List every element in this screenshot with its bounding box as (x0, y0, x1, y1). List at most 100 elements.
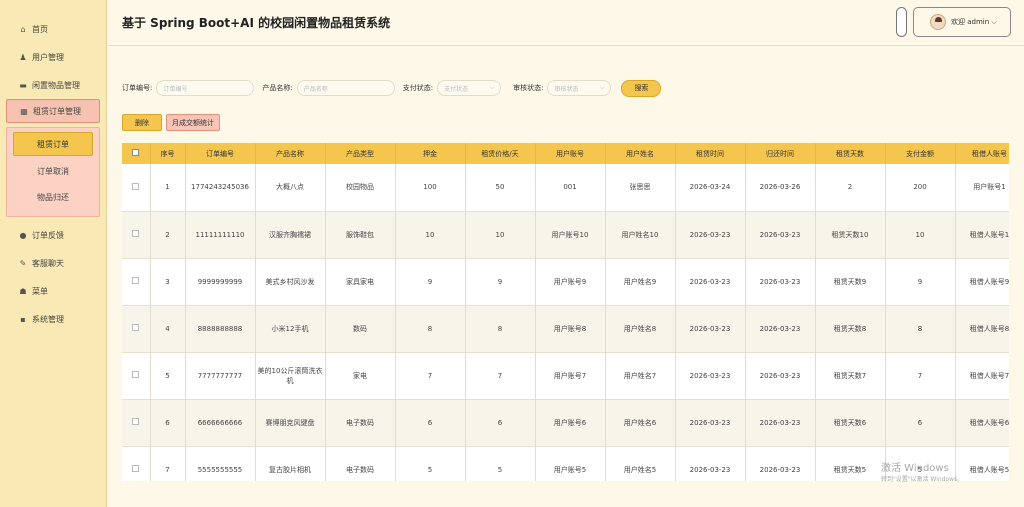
table-cell: 5555555555 (185, 446, 256, 481)
windows-activation-watermark: 激活 Windows 转到"设置"以激活 Windows。 (881, 459, 963, 483)
table-cell: 租借人账号1 (955, 211, 1009, 259)
avatar (930, 14, 946, 30)
table-cell: 9 (885, 258, 956, 306)
table-cell: 数码 (325, 305, 396, 353)
sidebar-item-label: 菜单 (32, 286, 48, 296)
column-header: 用户账号 (535, 143, 606, 164)
table-row[interactable]: 6 6666666666 赛博朋克风键盘 电子数码 6 6 用户账号6 用户姓名6 2026-0… (122, 399, 1009, 447)
sidebar-item-label: 客服聊天 (32, 258, 64, 268)
table-cell: 租借人账号7 (955, 352, 1009, 400)
table-cell: 用户账号9 (535, 258, 606, 306)
pay-status-value: 支付状态 (444, 85, 469, 93)
sidebar-item-menu[interactable]: ☗ 菜单 (0, 277, 106, 305)
sidebar-item-home[interactable]: ⌂ 首页 (0, 15, 106, 43)
chat-icon: ✎ (19, 258, 27, 268)
sidebar-item-system[interactable]: ▪ 系统管理 (0, 305, 106, 333)
column-header: 押金 (395, 143, 466, 164)
table-cell: 赛博朋克风键盘 (255, 399, 326, 447)
table-row[interactable]: 2 11111111110 汉服齐胸襦裙 服饰鞋包 10 10 用户账号10 用户姓名10 20… (122, 211, 1009, 259)
row-checkbox[interactable] (122, 352, 151, 400)
table-row[interactable]: 7 5555555555 复古胶片相机 电子数码 5 5 用户账号5 用户姓名5 2026-03… (122, 446, 1009, 481)
table-cell: 8 (465, 305, 536, 353)
table-cell: 2026-03-23 (675, 258, 746, 306)
table-cell: 2026-03-23 (675, 446, 746, 481)
table-cell: 租借人账号9 (955, 258, 1009, 306)
toggle-button[interactable] (896, 7, 907, 37)
table-cell: 5 (465, 446, 536, 481)
table-cell: 用户姓名9 (605, 258, 676, 306)
table-cell: 4 (150, 305, 186, 353)
search-button[interactable]: 搜索 (621, 79, 662, 97)
system-icon: ▪ (20, 314, 26, 324)
page-footer-area (108, 486, 1024, 507)
table-cell: 100 (395, 164, 466, 212)
table-cell: 6 (885, 399, 956, 447)
table-cell: 电子数码 (325, 446, 396, 481)
review-status-label: 审核状态: (513, 84, 544, 92)
table-cell: 用户账号1 (955, 164, 1009, 212)
table-cell: 用户姓名10 (605, 211, 676, 259)
row-checkbox[interactable] (122, 211, 151, 259)
table-cell: 7777777777 (185, 352, 256, 400)
submenu-order-cancel[interactable]: 订单取消 (12, 158, 94, 184)
order-icon: ▦ (20, 106, 28, 116)
monthly-stats-button[interactable]: 月成交额统计 (166, 114, 220, 131)
submenu-item-return[interactable]: 物品归还 (12, 184, 94, 210)
column-header: 用户姓名 (605, 143, 676, 164)
sidebar-item-users[interactable]: ♟ 用户管理 (0, 43, 106, 71)
table-cell: 2026-03-23 (675, 352, 746, 400)
table-cell: 200 (885, 164, 956, 212)
order-no-input[interactable]: 订单编号 (156, 80, 255, 96)
delete-button[interactable]: 删除 (122, 114, 162, 131)
sidebar-item-idle-items[interactable]: ▬ 闲置物品管理 (0, 71, 106, 99)
product-name-input[interactable]: 产品名称 (296, 80, 395, 96)
table-row[interactable]: 3 9999999999 美式乡村风沙发 家具家电 9 9 用户账号9 用户姓名9 2026-0… (122, 258, 1009, 306)
column-header: 租赁价格/天 (465, 143, 536, 164)
row-checkbox[interactable] (122, 258, 151, 306)
column-header: 租赁天数 (815, 143, 886, 164)
table-cell: 2026-03-23 (745, 399, 816, 447)
table-cell: 家电 (325, 352, 396, 400)
select-all-checkbox[interactable] (122, 143, 151, 164)
table-cell: 租借人账号8 (955, 305, 1009, 353)
table-cell: 2026-03-23 (745, 352, 816, 400)
row-checkbox[interactable] (122, 305, 151, 353)
table-cell: 2 (150, 211, 186, 259)
table-cell: 汉服齐胸襦裙 (255, 211, 326, 259)
submenu-rental-order[interactable]: 租赁订单 (13, 132, 93, 156)
sidebar-item-chat[interactable]: ✎ 客服聊天 (0, 249, 106, 277)
table-cell: 用户姓名8 (605, 305, 676, 353)
user-menu[interactable]: 欢迎 admin ⌵ (913, 7, 1011, 37)
table-cell: 小米12手机 (255, 305, 326, 353)
user-greeting: 欢迎 admin ⌵ (951, 18, 997, 26)
table-cell: 用户账号6 (535, 399, 606, 447)
table-cell: 大概八点 (255, 164, 326, 212)
table-cell: 2026-03-23 (745, 258, 816, 306)
table-cell: 7 (465, 352, 536, 400)
table-cell: 2026-03-23 (745, 305, 816, 353)
column-header: 租借人账号 (955, 143, 1009, 164)
table-cell: 用户姓名5 (605, 446, 676, 481)
rental-submenu: 租赁订单 订单取消 物品归还 (6, 127, 100, 217)
table-cell: 用户姓名6 (605, 399, 676, 447)
pay-status-select[interactable]: 支付状态 ⌵ (437, 80, 502, 96)
table-cell: 2026-03-23 (675, 211, 746, 259)
table-row[interactable]: 4 8888888888 小米12手机 数码 8 8 用户账号8 用户姓名8 2026-03-2… (122, 305, 1009, 353)
table-cell: 9 (395, 258, 466, 306)
menu-icon: ☗ (19, 286, 27, 296)
row-checkbox[interactable] (122, 399, 151, 447)
table-row[interactable]: 5 7777777777 美的10公斤滚筒洗衣机 家电 7 7 用户账号7 用户姓名7 2026… (122, 352, 1009, 400)
table-cell: 10 (885, 211, 956, 259)
chevron-down-icon: ⌵ (489, 84, 495, 91)
feedback-icon: ● (19, 230, 27, 240)
sidebar-item-feedback[interactable]: ● 订单反馈 (0, 221, 106, 249)
sidebar-item-rental-orders[interactable]: ▦ 租赁订单管理 (6, 99, 100, 123)
table-cell: 张思思 (605, 164, 676, 212)
table-cell: 11111111110 (185, 211, 256, 259)
review-status-select[interactable]: 审核状态 ⌵ (547, 80, 612, 96)
table-cell: 8 (395, 305, 466, 353)
table-row[interactable]: 1 1774243245036 大概八点 校园物品 100 50 001 张思思 2026-03… (122, 164, 1009, 212)
review-status-value: 审核状态 (554, 85, 579, 93)
row-checkbox[interactable] (122, 164, 151, 212)
row-checkbox[interactable] (122, 446, 151, 481)
